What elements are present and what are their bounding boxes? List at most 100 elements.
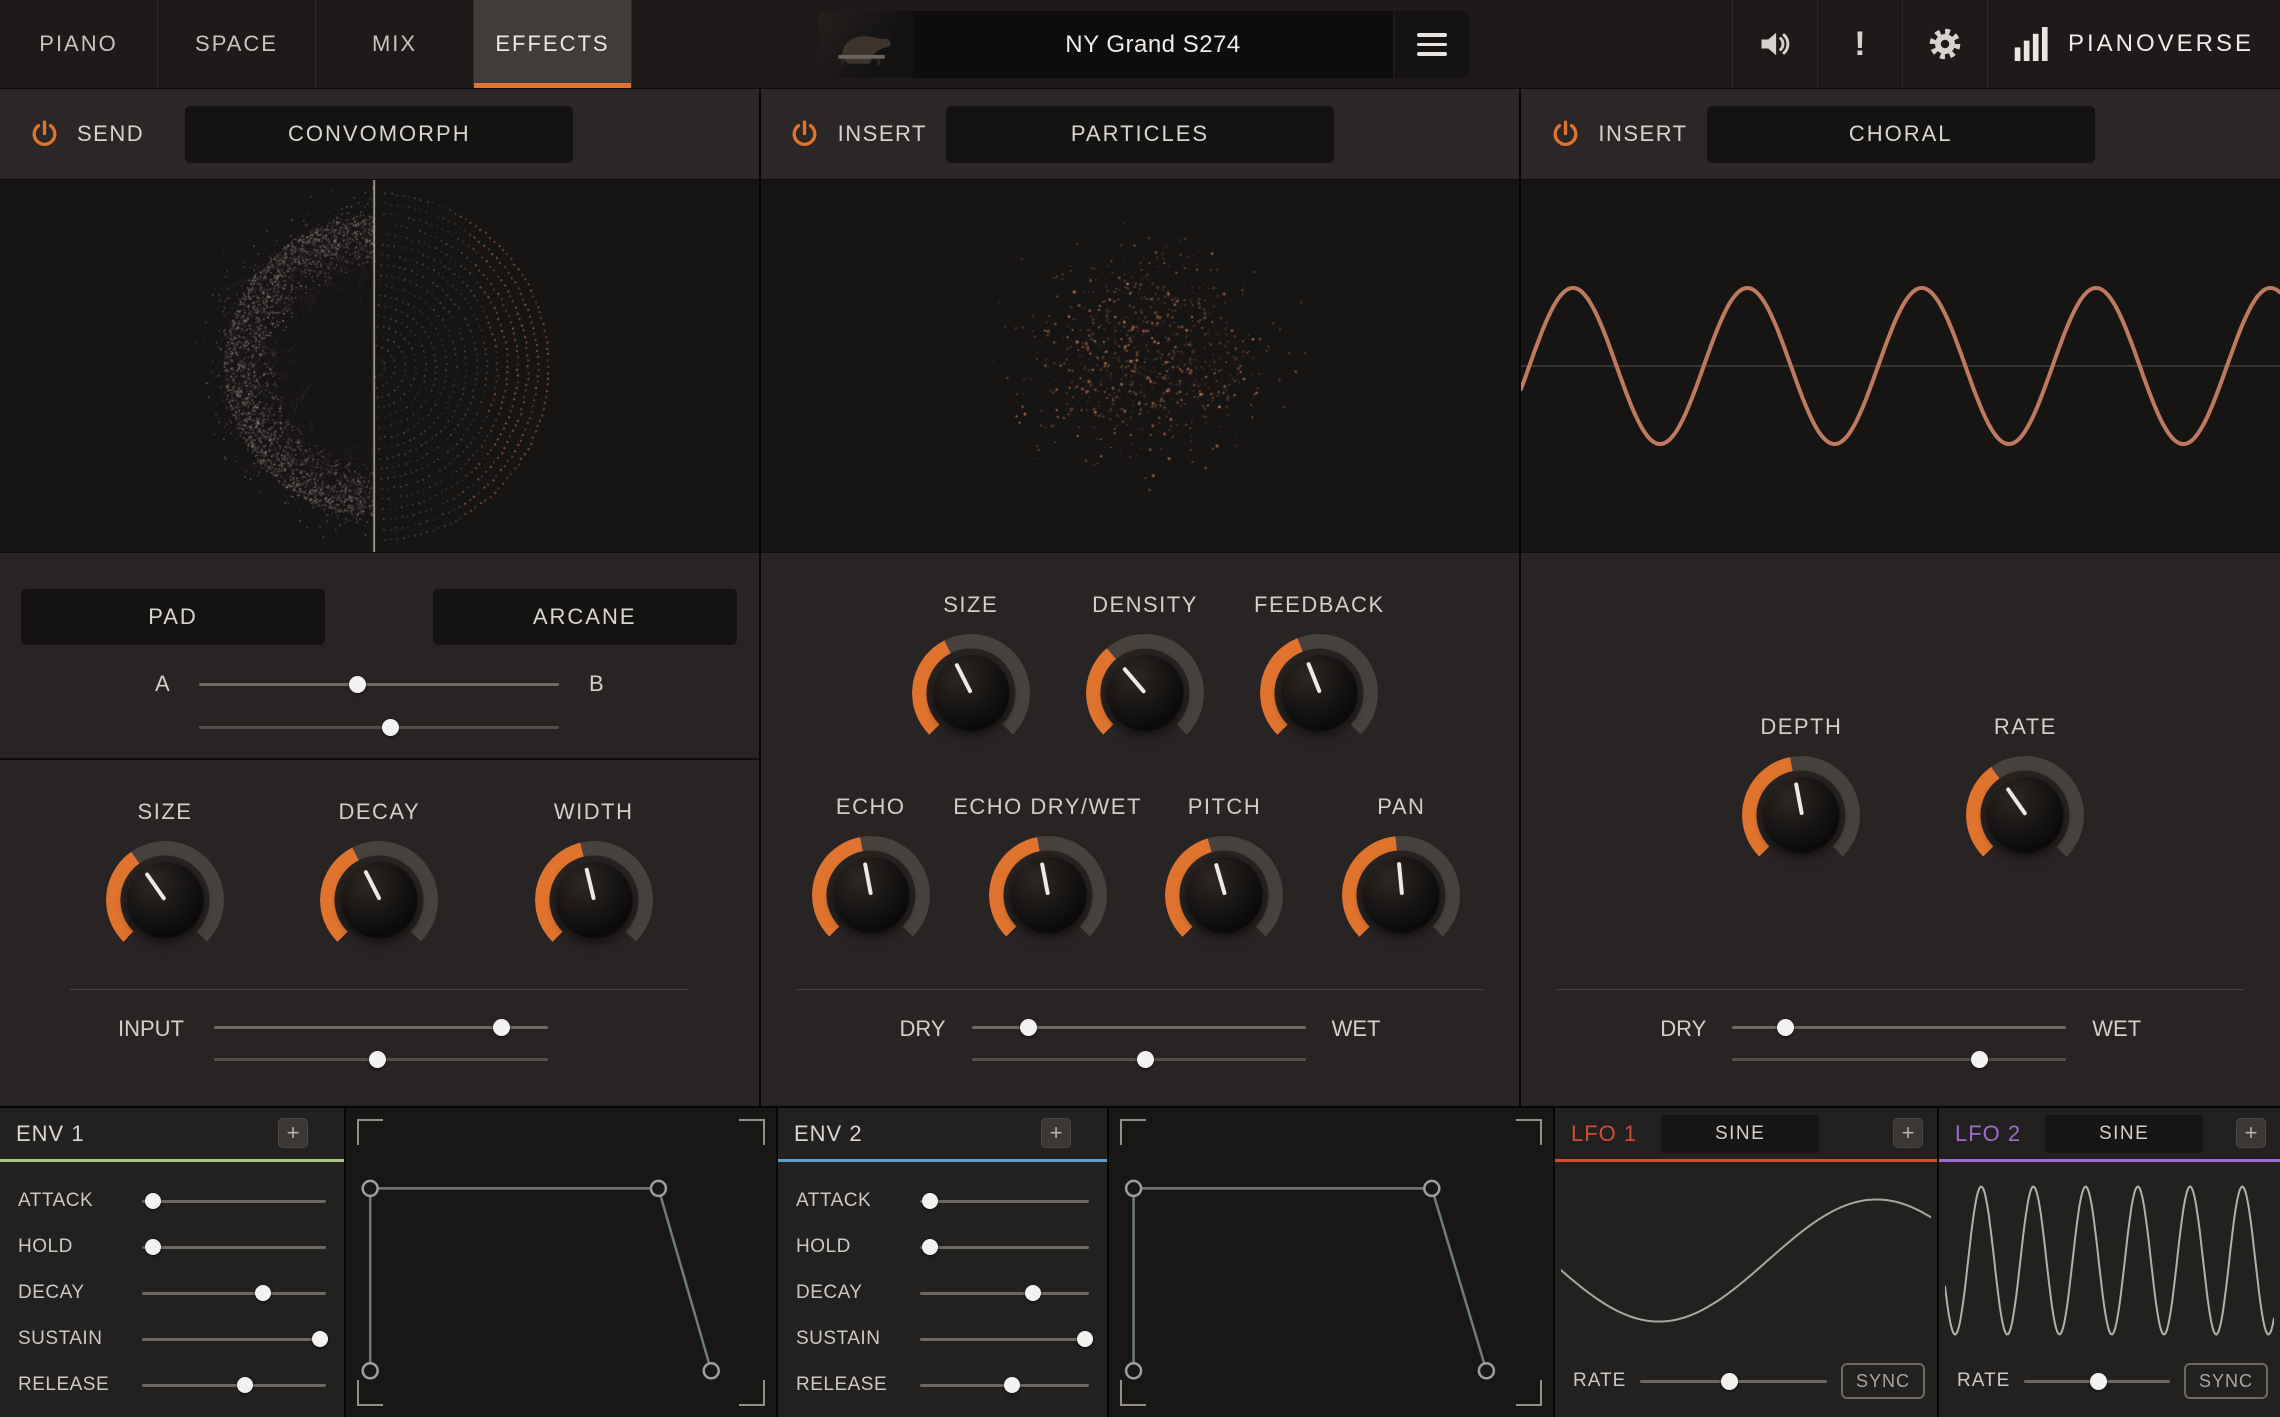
preset-selector[interactable]: NY Grand S274 xyxy=(819,11,1469,78)
sustain-label: SUSTAIN xyxy=(796,1328,920,1350)
morph-b-button[interactable]: ARCANE xyxy=(433,589,737,645)
slider-thumb[interactable] xyxy=(255,1285,271,1301)
slider-thumb[interactable] xyxy=(1971,1051,1988,1068)
size-knob[interactable] xyxy=(106,841,224,959)
pan-knob[interactable] xyxy=(1342,836,1460,954)
convomorph-power-button[interactable] xyxy=(26,116,62,152)
tab-effects[interactable]: EFFECTS xyxy=(474,0,632,88)
slider-thumb[interactable] xyxy=(1777,1019,1794,1036)
hold-slider[interactable] xyxy=(920,1232,1089,1262)
slider-thumb[interactable] xyxy=(922,1239,938,1255)
lfo1-add-button[interactable]: + xyxy=(1893,1118,1923,1148)
morph-secondary-slider[interactable] xyxy=(199,711,559,743)
hold-slider[interactable] xyxy=(142,1232,326,1262)
decay-label: DECAY xyxy=(18,1282,142,1304)
envelope-node[interactable] xyxy=(363,1363,378,1378)
width-knob[interactable] xyxy=(535,841,653,959)
envelope-node[interactable] xyxy=(651,1181,666,1196)
slider-thumb[interactable] xyxy=(1721,1373,1738,1390)
lfo2-add-button[interactable]: + xyxy=(2236,1118,2266,1148)
pianoverse-app: PIANO SPACE MIX EFFECTS NY Grand S274 xyxy=(0,0,2280,1417)
envelope-node[interactable] xyxy=(704,1363,719,1378)
drywet-secondary-slider[interactable] xyxy=(972,1043,1306,1075)
slider-thumb[interactable] xyxy=(1020,1019,1037,1036)
slider-thumb[interactable] xyxy=(145,1193,161,1209)
env2-add-button[interactable]: + xyxy=(1041,1118,1071,1148)
slider-thumb[interactable] xyxy=(237,1377,253,1393)
env1-add-button[interactable]: + xyxy=(278,1118,308,1148)
decay-knob-block: DECAY xyxy=(284,799,474,959)
rate-knob[interactable] xyxy=(1966,756,2084,874)
particles-select-button[interactable]: PARTICLES xyxy=(946,106,1334,163)
envelope-node[interactable] xyxy=(1126,1363,1141,1378)
echo-drywet-knob[interactable] xyxy=(989,836,1107,954)
envelope-node[interactable] xyxy=(1424,1181,1439,1196)
pitch-knob-block: PITCH xyxy=(1149,794,1299,954)
attack-slider[interactable] xyxy=(142,1186,326,1216)
lfo2-shape-select[interactable]: SINE xyxy=(2045,1115,2203,1153)
choral-power-button[interactable] xyxy=(1547,116,1583,152)
preset-menu-button[interactable] xyxy=(1393,11,1469,78)
particles-power-button[interactable] xyxy=(787,116,823,152)
drywet-secondary-slider[interactable] xyxy=(1732,1043,2066,1075)
sustain-slider[interactable] xyxy=(920,1324,1089,1354)
logo-text: PIANOVERSE xyxy=(2068,30,2254,58)
drywet-slider[interactable] xyxy=(972,1011,1306,1043)
slider-thumb[interactable] xyxy=(1077,1331,1093,1347)
depth-knob[interactable] xyxy=(1742,756,1860,874)
input-slider[interactable] xyxy=(214,1011,548,1043)
morph-slider[interactable] xyxy=(199,668,559,700)
lfo1-sync-button[interactable]: SYNC xyxy=(1841,1363,1925,1399)
lfo2-wave-display xyxy=(1945,1168,2274,1353)
envelope-node[interactable] xyxy=(1479,1363,1494,1378)
knob-label: PITCH xyxy=(1188,794,1262,820)
slider-thumb[interactable] xyxy=(922,1193,938,1209)
sustain-slider[interactable] xyxy=(142,1324,326,1354)
attack-slider[interactable] xyxy=(920,1186,1089,1216)
dry-label: DRY xyxy=(1660,1016,1706,1075)
tab-space[interactable]: SPACE xyxy=(158,0,316,88)
lfo1-rate-slider[interactable] xyxy=(1640,1366,1827,1396)
decay-knob[interactable] xyxy=(320,841,438,959)
slider-thumb[interactable] xyxy=(2090,1373,2107,1390)
decay-slider[interactable] xyxy=(142,1278,326,1308)
slider-thumb[interactable] xyxy=(145,1239,161,1255)
volume-button[interactable] xyxy=(1733,0,1817,88)
env1-graph[interactable] xyxy=(344,1108,776,1417)
slider-thumb[interactable] xyxy=(493,1019,510,1036)
convomorph-select-button[interactable]: CONVOMORPH xyxy=(185,106,573,163)
tab-mix[interactable]: MIX xyxy=(316,0,474,88)
release-slider[interactable] xyxy=(920,1370,1089,1400)
alert-button[interactable]: ! xyxy=(1818,0,1902,88)
morph-a-button[interactable]: PAD xyxy=(21,589,325,645)
size-knob[interactable] xyxy=(912,634,1030,752)
alert-icon: ! xyxy=(1854,27,1865,61)
lfo1-shape-select[interactable]: SINE xyxy=(1661,1115,1819,1153)
slider-thumb[interactable] xyxy=(369,1051,386,1068)
slider-thumb[interactable] xyxy=(1137,1051,1154,1068)
tab-piano[interactable]: PIANO xyxy=(0,0,158,88)
envelope-node[interactable] xyxy=(1126,1181,1141,1196)
env1-panel: ENV 1 + ATTACK HOLD DECAY SUSTAIN xyxy=(0,1108,344,1417)
slider-thumb[interactable] xyxy=(1025,1285,1041,1301)
slider-thumb[interactable] xyxy=(312,1331,328,1347)
lfo2-sync-button[interactable]: SYNC xyxy=(2184,1363,2268,1399)
pitch-knob[interactable] xyxy=(1165,836,1283,954)
choral-select-button[interactable]: CHORAL xyxy=(1707,106,2095,163)
slider-thumb[interactable] xyxy=(349,676,366,693)
slider-thumb[interactable] xyxy=(1004,1377,1020,1393)
release-slider[interactable] xyxy=(142,1370,326,1400)
echo-knob[interactable] xyxy=(812,836,930,954)
envelope-node[interactable] xyxy=(363,1181,378,1196)
env2-graph[interactable] xyxy=(1107,1108,1553,1417)
feedback-knob[interactable] xyxy=(1260,634,1378,752)
decay-slider[interactable] xyxy=(920,1278,1089,1308)
settings-button[interactable] xyxy=(1903,0,1987,88)
lfo2-rate-slider[interactable] xyxy=(2024,1366,2170,1396)
slider-thumb[interactable] xyxy=(382,719,399,736)
drywet-slider[interactable] xyxy=(1732,1011,2066,1043)
section-divider xyxy=(797,989,1484,990)
echo-knob-block: ECHO xyxy=(796,794,946,954)
input-secondary-slider[interactable] xyxy=(214,1043,548,1075)
density-knob[interactable] xyxy=(1086,634,1204,752)
